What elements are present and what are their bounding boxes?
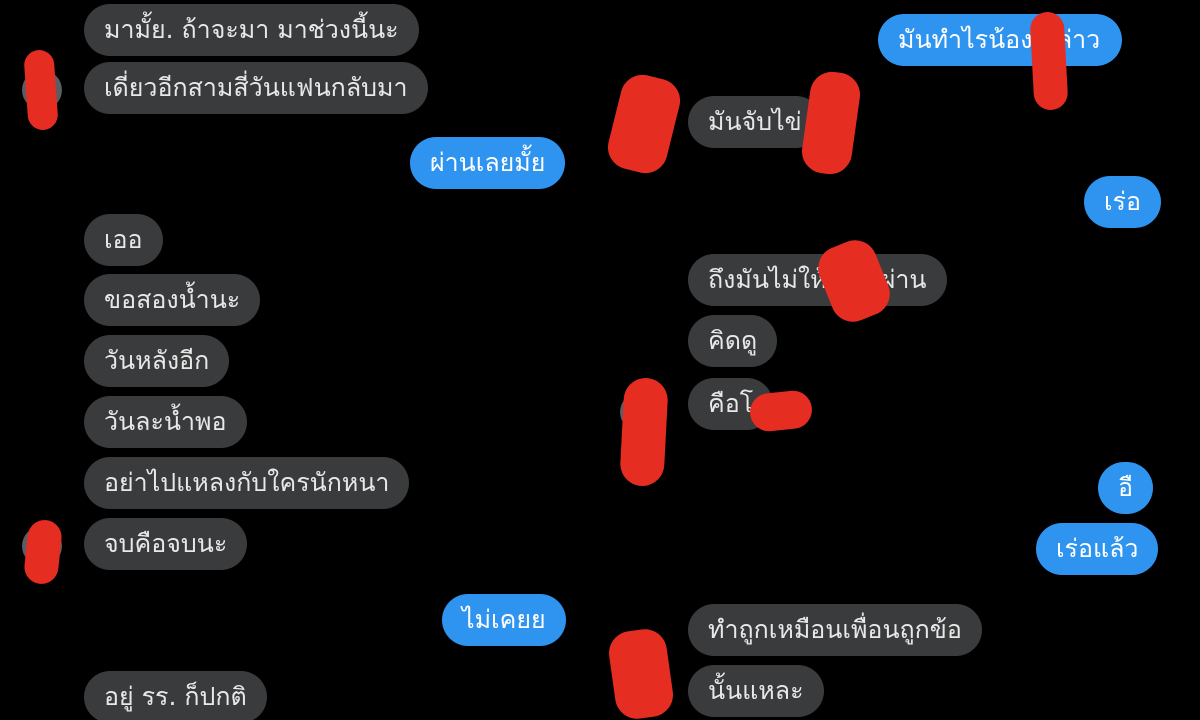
message-bubble-outgoing[interactable]: ผ่านเลยมั้ย	[410, 137, 566, 189]
message-bubble-incoming[interactable]: วันหลังอีก	[84, 335, 230, 387]
message-bubble-incoming[interactable]: มามั้ย. ถ้าจะมา มาช่วงนี้นะ	[84, 4, 419, 56]
redaction-mark	[23, 49, 59, 131]
message-bubble-incoming[interactable]: จบคือจบนะ	[84, 518, 248, 570]
message-bubble-incoming[interactable]: ทำถูกเหมือนเพื่อนถูกข้อ	[688, 604, 982, 656]
left-chat-thread[interactable]: มามั้ย. ถ้าจะมา มาช่วงนี้นะ เดี่ยวอีกสาม…	[0, 0, 600, 720]
redaction-mark	[606, 626, 676, 720]
message-bubble-incoming[interactable]: เดี่ยวอีกสามสี่วันแฟนกลับมา	[84, 62, 428, 114]
redaction-mark	[748, 388, 814, 434]
message-bubble-incoming[interactable]: มันจับไข่	[688, 96, 822, 148]
message-bubble-incoming[interactable]: ถึงมันไม่ให้ สอบผ่าน	[688, 254, 947, 306]
message-bubble-incoming[interactable]: ขอสองน้ำนะ	[84, 274, 261, 326]
message-bubble-incoming[interactable]: เออ	[84, 214, 163, 266]
message-bubble-incoming[interactable]: อยู่ รร. ก็ปกติ	[84, 671, 267, 720]
message-bubble-outgoing[interactable]: มันทำไรน้อง หล่าว	[878, 14, 1123, 66]
redaction-mark	[811, 233, 897, 329]
redaction-mark	[1029, 11, 1069, 111]
message-bubble-incoming[interactable]: นั้นแหละ	[688, 665, 824, 717]
message-bubble-outgoing[interactable]: เร่อ	[1084, 176, 1161, 228]
message-bubble-incoming[interactable]: คิดดู	[688, 315, 778, 367]
message-bubble-outgoing[interactable]: ไม่เคยย	[442, 594, 566, 646]
redaction-mark	[603, 70, 685, 178]
message-bubble-outgoing[interactable]: เร่อแล้ว	[1036, 523, 1159, 575]
chat-screenshot-collage: มามั้ย. ถ้าจะมา มาช่วงนี้นะ เดี่ยวอีกสาม…	[0, 0, 1200, 720]
redaction-mark	[619, 376, 669, 488]
redaction-mark	[799, 69, 863, 177]
message-bubble-incoming[interactable]: อย่าไปแหลงกับใครนักหนา	[84, 457, 410, 509]
message-bubble-outgoing[interactable]: อื	[1098, 462, 1154, 514]
message-bubble-incoming[interactable]: วันละน้ำพอ	[84, 396, 247, 448]
redaction-mark	[22, 518, 64, 586]
right-chat-thread[interactable]: มันทำไรน้อง หล่าว มันจับไข่ เร่อ ถึงมันไ…	[600, 0, 1200, 720]
